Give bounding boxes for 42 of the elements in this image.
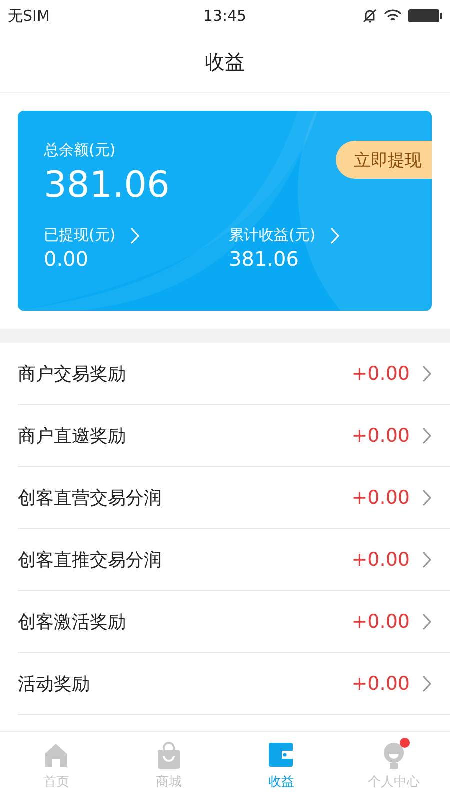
- income-label: 商户直邀奖励: [18, 424, 127, 448]
- page-title: 收益: [205, 48, 245, 76]
- income-label: 商户交易奖励: [18, 362, 127, 386]
- income-label: 创客直营交易分润: [18, 486, 163, 510]
- wallet-icon: [268, 742, 294, 768]
- chevron-right-icon: [422, 364, 432, 382]
- chevron-right-icon: [330, 226, 340, 244]
- battery-icon: [408, 9, 442, 23]
- chevron-right-icon: [130, 226, 140, 244]
- income-amount: +0.00: [352, 610, 410, 632]
- income-row[interactable]: 创客直推交易分润 +0.00: [18, 529, 450, 591]
- stat-label: 累计收益(元): [229, 226, 316, 245]
- income-label: 创客直推交易分润: [18, 548, 163, 572]
- chevron-right-icon: [422, 488, 432, 506]
- income-label: 活动奖励: [18, 672, 91, 696]
- income-amount: +0.00: [352, 548, 410, 570]
- stat-label: 已提现(元): [44, 226, 116, 245]
- carrier-text: 无SIM: [8, 6, 51, 26]
- income-row[interactable]: 商户直邀奖励 +0.00: [18, 405, 450, 467]
- income-row[interactable]: 创客激活奖励 +0.00: [18, 591, 450, 653]
- income-row[interactable]: 商户交易奖励 +0.00: [18, 343, 450, 405]
- balance-label: 总余额(元): [44, 141, 116, 160]
- stat-value: 0.00: [44, 247, 90, 271]
- clock-text: 13:45: [203, 7, 247, 25]
- chevron-right-icon: [422, 674, 432, 692]
- income-label: 创客激活奖励: [18, 610, 127, 634]
- chevron-right-icon: [422, 550, 432, 568]
- income-row[interactable]: 创客直营交易分润 +0.00: [18, 467, 450, 529]
- income-row[interactable]: 活动奖励 +0.00: [18, 653, 450, 715]
- income-amount: +0.00: [352, 362, 410, 384]
- shopping-bag-icon: [156, 742, 182, 770]
- income-amount: +0.00: [352, 672, 410, 694]
- home-icon: [43, 742, 70, 768]
- stat-value: 381.06: [229, 247, 300, 271]
- wifi-icon: [384, 9, 402, 23]
- withdraw-button[interactable]: 立即提现: [336, 141, 432, 179]
- income-amount: +0.00: [352, 486, 410, 508]
- income-amount: +0.00: [352, 424, 410, 446]
- mute-bell-icon: [362, 8, 378, 24]
- balance-amount: 381.06: [44, 164, 170, 208]
- chevron-right-icon: [422, 426, 432, 444]
- chevron-right-icon: [422, 612, 432, 630]
